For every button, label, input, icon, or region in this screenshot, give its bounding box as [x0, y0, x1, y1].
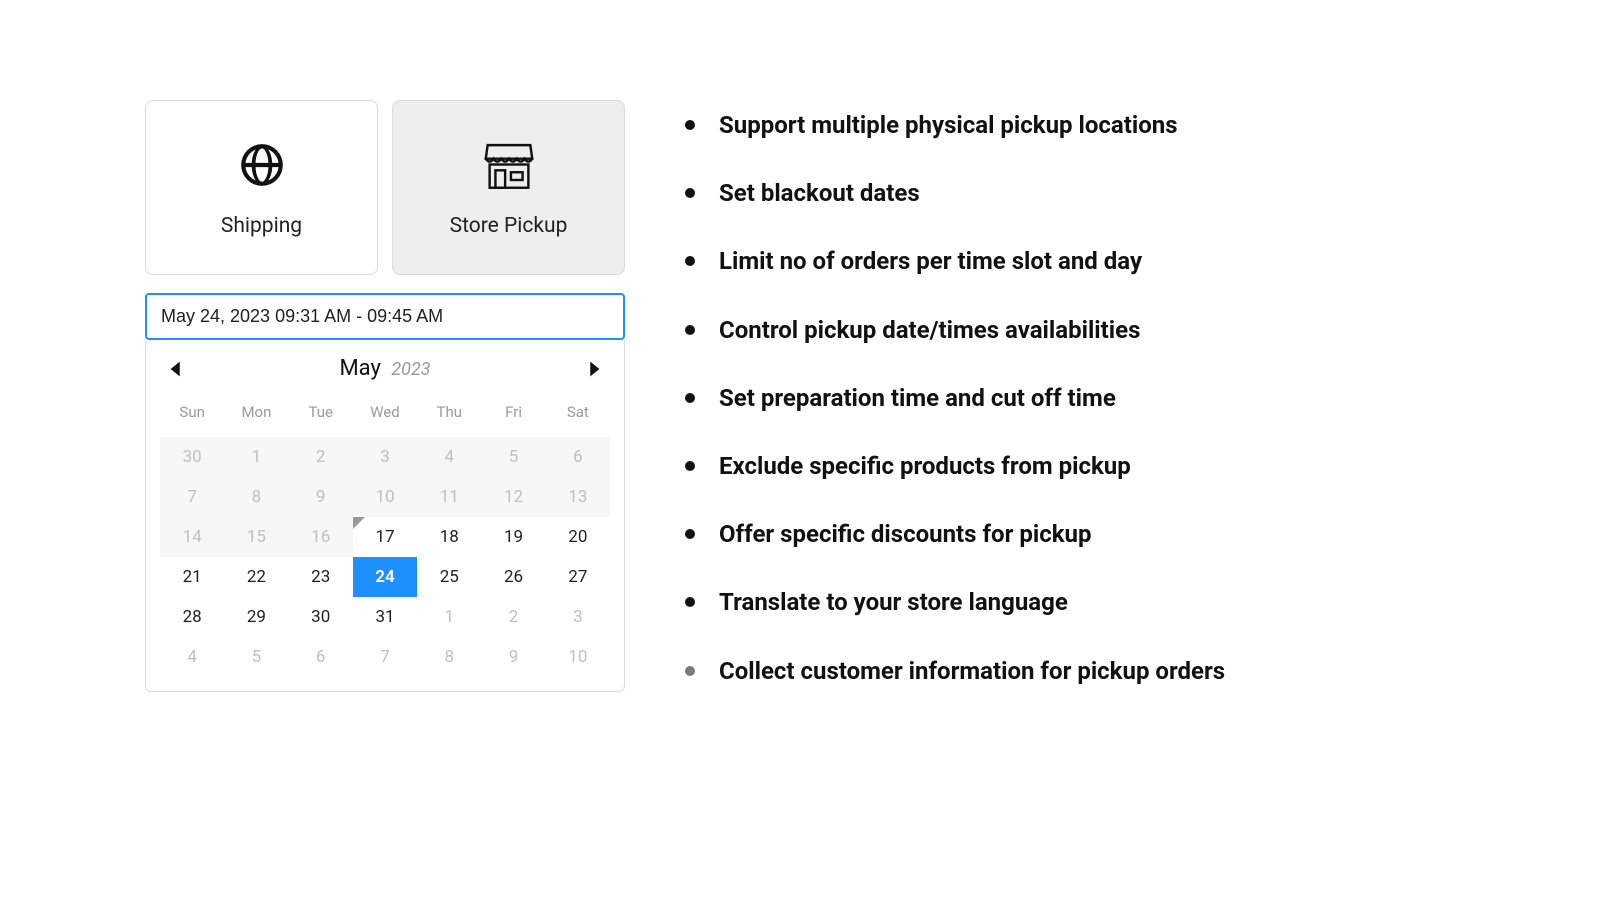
calendar-dow: Mon — [224, 395, 288, 429]
feature-text: Support multiple physical pickup locatio… — [719, 110, 1178, 141]
calendar-day[interactable]: 22 — [224, 557, 288, 597]
calendar-day: 6 — [289, 637, 353, 677]
feature-text: Set preparation time and cut off time — [719, 383, 1116, 414]
calendar-day[interactable]: 20 — [546, 517, 610, 557]
calendar-day: 9 — [481, 637, 545, 677]
feature-text: Set blackout dates — [719, 178, 920, 209]
calendar-day: 2 — [289, 437, 353, 477]
features-panel: Support multiple physical pickup locatio… — [685, 100, 1500, 724]
calendar-day: 7 — [353, 637, 417, 677]
calendar-day: 10 — [353, 477, 417, 517]
calendar-day[interactable]: 29 — [224, 597, 288, 637]
bullet-icon — [685, 188, 695, 198]
delivery-panel: Shipping Store Pickup May 2023 — [145, 100, 625, 692]
calendar-day: 1 — [417, 597, 481, 637]
calendar-day: 2 — [481, 597, 545, 637]
calendar-day: 3 — [546, 597, 610, 637]
feature-item: Support multiple physical pickup locatio… — [685, 110, 1500, 141]
calendar-dow: Sat — [546, 395, 610, 429]
feature-item: Collect customer information for pickup … — [685, 656, 1500, 687]
calendar-day: 15 — [224, 517, 288, 557]
calendar-day: 1 — [224, 437, 288, 477]
calendar-day: 11 — [417, 477, 481, 517]
pickup-label: Store Pickup — [450, 214, 568, 238]
calendar-day[interactable]: 28 — [160, 597, 224, 637]
calendar-day: 4 — [160, 637, 224, 677]
calendar-year: 2023 — [391, 359, 430, 380]
bullet-icon — [685, 120, 695, 130]
calendar-day: 6 — [546, 437, 610, 477]
shipping-card[interactable]: Shipping — [145, 100, 378, 275]
calendar-day[interactable]: 31 — [353, 597, 417, 637]
calendar-dow-row: SunMonTueWedThuFriSat — [160, 395, 610, 429]
features-list: Support multiple physical pickup locatio… — [685, 110, 1500, 687]
calendar-day: 7 — [160, 477, 224, 517]
calendar-day: 5 — [481, 437, 545, 477]
calendar-day[interactable]: 19 — [481, 517, 545, 557]
delivery-tabs: Shipping Store Pickup — [145, 100, 625, 275]
calendar-day[interactable]: 17 — [353, 517, 417, 557]
calendar: May 2023 SunMonTueWedThuFriSat 301234567… — [145, 340, 625, 692]
feature-item: Translate to your store language — [685, 587, 1500, 618]
bullet-icon — [685, 461, 695, 471]
feature-item: Set preparation time and cut off time — [685, 383, 1500, 414]
bullet-icon — [685, 529, 695, 539]
calendar-day: 10 — [546, 637, 610, 677]
calendar-dow: Thu — [417, 395, 481, 429]
bullet-icon — [685, 666, 695, 676]
bullet-icon — [685, 597, 695, 607]
feature-text: Collect customer information for pickup … — [719, 656, 1225, 687]
calendar-day: 3 — [353, 437, 417, 477]
calendar-day[interactable]: 27 — [546, 557, 610, 597]
calendar-dow: Tue — [289, 395, 353, 429]
calendar-day[interactable]: 18 — [417, 517, 481, 557]
datetime-input[interactable] — [145, 293, 625, 340]
calendar-day: 30 — [160, 437, 224, 477]
calendar-days: 3012345678910111213141516171819202122232… — [160, 437, 610, 677]
bullet-icon — [685, 325, 695, 335]
calendar-dow: Fri — [481, 395, 545, 429]
calendar-day[interactable]: 24 — [353, 557, 417, 597]
pickup-card[interactable]: Store Pickup — [392, 100, 625, 275]
globe-icon — [237, 137, 287, 192]
prev-month-icon[interactable] — [166, 358, 188, 380]
feature-item: Limit no of orders per time slot and day — [685, 246, 1500, 277]
calendar-day: 14 — [160, 517, 224, 557]
feature-text: Offer specific discounts for pickup — [719, 519, 1091, 550]
feature-text: Translate to your store language — [719, 587, 1068, 618]
calendar-header: May 2023 — [160, 350, 610, 387]
calendar-dow: Wed — [353, 395, 417, 429]
feature-item: Set blackout dates — [685, 178, 1500, 209]
calendar-day: 16 — [289, 517, 353, 557]
calendar-day[interactable]: 23 — [289, 557, 353, 597]
calendar-day[interactable]: 26 — [481, 557, 545, 597]
calendar-month: May — [339, 356, 380, 381]
calendar-day: 13 — [546, 477, 610, 517]
calendar-day: 12 — [481, 477, 545, 517]
feature-text: Limit no of orders per time slot and day — [719, 246, 1142, 277]
feature-item: Offer specific discounts for pickup — [685, 519, 1500, 550]
calendar-day[interactable]: 25 — [417, 557, 481, 597]
calendar-day: 4 — [417, 437, 481, 477]
calendar-day[interactable]: 21 — [160, 557, 224, 597]
calendar-day: 8 — [417, 637, 481, 677]
calendar-day[interactable]: 30 — [289, 597, 353, 637]
calendar-dow: Sun — [160, 395, 224, 429]
calendar-title: May 2023 — [339, 356, 430, 381]
store-icon — [478, 137, 540, 192]
bullet-icon — [685, 256, 695, 266]
next-month-icon[interactable] — [582, 358, 604, 380]
calendar-day: 8 — [224, 477, 288, 517]
calendar-day: 5 — [224, 637, 288, 677]
feature-item: Exclude specific products from pickup — [685, 451, 1500, 482]
feature-text: Exclude specific products from pickup — [719, 451, 1131, 482]
calendar-day: 9 — [289, 477, 353, 517]
feature-item: Control pickup date/times availabilities — [685, 315, 1500, 346]
bullet-icon — [685, 393, 695, 403]
feature-text: Control pickup date/times availabilities — [719, 315, 1140, 346]
shipping-label: Shipping — [221, 214, 302, 238]
